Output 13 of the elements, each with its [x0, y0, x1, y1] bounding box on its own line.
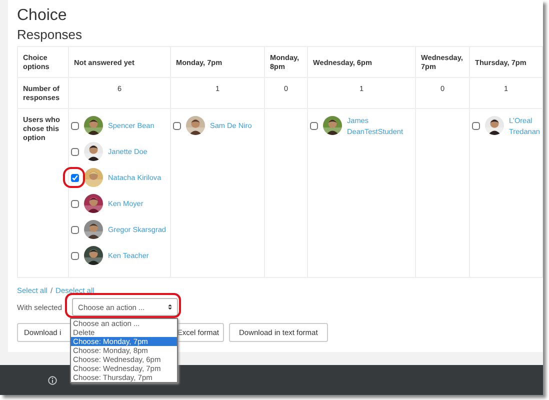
caret-icon: [168, 304, 172, 310]
checkbox[interactable]: [71, 122, 79, 130]
checkbox[interactable]: [71, 174, 79, 182]
checkbox[interactable]: [71, 226, 79, 234]
page-title: Choice: [17, 6, 68, 26]
checkbox[interactable]: [71, 148, 79, 156]
section-heading: Responses: [17, 26, 84, 43]
checkbox[interactable]: [71, 200, 79, 208]
checkbox[interactable]: [472, 122, 480, 130]
checkbox[interactable]: [310, 122, 318, 130]
info-icon: [48, 376, 57, 384]
checkbox[interactable]: [71, 252, 79, 260]
checkbox[interactable]: [173, 122, 181, 130]
